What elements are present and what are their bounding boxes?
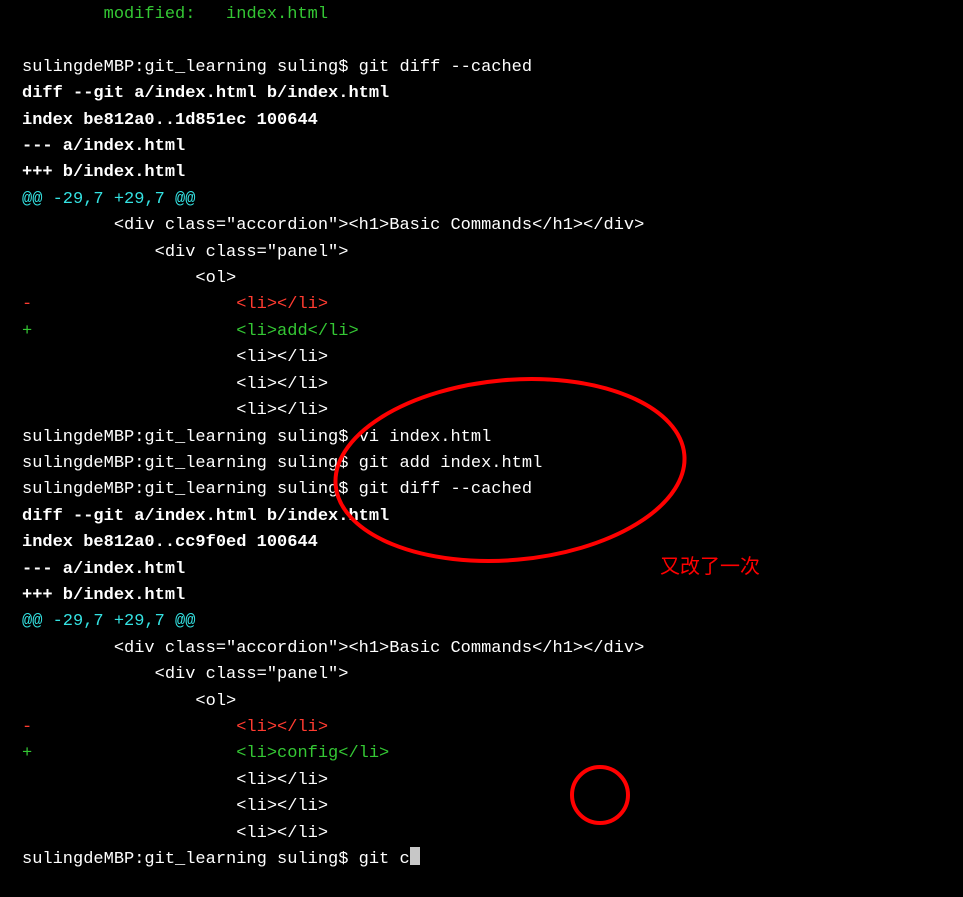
terminal-line: <div class="accordion"><h1>Basic Command… — [22, 213, 963, 239]
terminal-line: sulingdeMBP:git_learning suling$ git dif… — [22, 477, 963, 503]
terminal-text-segment: <li></li> — [22, 824, 328, 843]
terminal-text-segment: <div class="accordion"><h1>Basic Command… — [22, 639, 644, 658]
terminal-line: + <li>add</li> — [22, 319, 963, 345]
terminal-text-segment: +++ b/index.html — [22, 586, 185, 605]
terminal-text-segment: <li></li> — [22, 797, 328, 816]
terminal-text-segment: <li></li> — [22, 375, 328, 394]
terminal-text-segment: <div class="panel"> — [22, 243, 348, 262]
terminal-line: <div class="panel"> — [22, 662, 963, 688]
terminal-cursor — [410, 847, 420, 865]
terminal-text-segment: diff --git a/index.html b/index.html — [22, 84, 389, 103]
terminal-line: + <li>config</li> — [22, 741, 963, 767]
terminal-text-segment: --- a/index.html — [22, 137, 185, 156]
terminal-text-segment: + <li>add</li> — [22, 322, 359, 341]
terminal-line: - <li></li> — [22, 292, 963, 318]
terminal-text-segment: + <li>config</li> — [22, 744, 389, 763]
terminal-text-segment — [22, 5, 104, 24]
terminal-text-segment: sulingdeMBP:git_learning suling$ git add… — [22, 454, 542, 473]
terminal-line: +++ b/index.html — [22, 583, 963, 609]
terminal-line: <ol> — [22, 689, 963, 715]
terminal-output[interactable]: modified: index.html sulingdeMBP:git_lea… — [0, 0, 963, 873]
terminal-line: sulingdeMBP:git_learning suling$ vi inde… — [22, 425, 963, 451]
terminal-line: diff --git a/index.html b/index.html — [22, 504, 963, 530]
terminal-text-segment: <ol> — [22, 269, 236, 288]
annotation-text: 又改了一次 — [660, 550, 760, 579]
terminal-text-segment: @@ -29,7 +29,7 @@ — [22, 190, 195, 209]
terminal-text-segment: modified: index.html — [104, 5, 328, 24]
terminal-line: <li></li> — [22, 398, 963, 424]
terminal-text-segment: <li></li> — [22, 348, 328, 367]
terminal-line: diff --git a/index.html b/index.html — [22, 81, 963, 107]
terminal-line: <div class="accordion"><h1>Basic Command… — [22, 636, 963, 662]
terminal-text-segment: index be812a0..cc9f0ed 100644 — [22, 533, 318, 552]
terminal-text-segment: <div class="accordion"><h1>Basic Command… — [22, 216, 644, 235]
terminal-text-segment: sulingdeMBP:git_learning suling$ vi inde… — [22, 428, 491, 447]
terminal-line: <li></li> — [22, 345, 963, 371]
terminal-text-segment: diff --git a/index.html b/index.html — [22, 507, 389, 526]
terminal-line: <li></li> — [22, 372, 963, 398]
terminal-line: <li></li> — [22, 794, 963, 820]
terminal-text-segment: <div class="panel"> — [22, 665, 348, 684]
terminal-text-segment: +++ b/index.html — [22, 163, 185, 182]
terminal-line: sulingdeMBP:git_learning suling$ git dif… — [22, 55, 963, 81]
terminal-line: index be812a0..1d851ec 100644 — [22, 108, 963, 134]
terminal-text-segment: sulingdeMBP:git_learning suling$ git dif… — [22, 480, 532, 499]
terminal-line — [22, 28, 963, 54]
terminal-text-segment: - <li></li> — [22, 718, 328, 737]
terminal-line: --- a/index.html — [22, 557, 963, 583]
terminal-text-segment: <li></li> — [22, 771, 328, 790]
terminal-line: <li></li> — [22, 821, 963, 847]
terminal-line: <li></li> — [22, 768, 963, 794]
terminal-line: - <li></li> — [22, 715, 963, 741]
terminal-text-segment: @@ -29,7 +29,7 @@ — [22, 612, 195, 631]
terminal-line: modified: index.html — [22, 2, 963, 28]
terminal-line: <div class="panel"> — [22, 240, 963, 266]
terminal-text-segment: index be812a0..1d851ec 100644 — [22, 111, 318, 130]
terminal-text-segment: - <li></li> — [22, 295, 328, 314]
terminal-text-segment: sulingdeMBP:git_learning suling$ git c — [22, 850, 410, 869]
terminal-line: --- a/index.html — [22, 134, 963, 160]
terminal-line: <ol> — [22, 266, 963, 292]
terminal-text-segment: --- a/index.html — [22, 560, 185, 579]
terminal-text-segment: <li></li> — [22, 401, 328, 420]
terminal-line: index be812a0..cc9f0ed 100644 — [22, 530, 963, 556]
terminal-line: +++ b/index.html — [22, 160, 963, 186]
terminal-line: sulingdeMBP:git_learning suling$ git add… — [22, 451, 963, 477]
terminal-text-segment: sulingdeMBP:git_learning suling$ git dif… — [22, 58, 532, 77]
terminal-text-segment: <ol> — [22, 692, 236, 711]
terminal-line: sulingdeMBP:git_learning suling$ git c — [22, 847, 963, 873]
terminal-line: @@ -29,7 +29,7 @@ — [22, 609, 963, 635]
terminal-line: @@ -29,7 +29,7 @@ — [22, 187, 963, 213]
